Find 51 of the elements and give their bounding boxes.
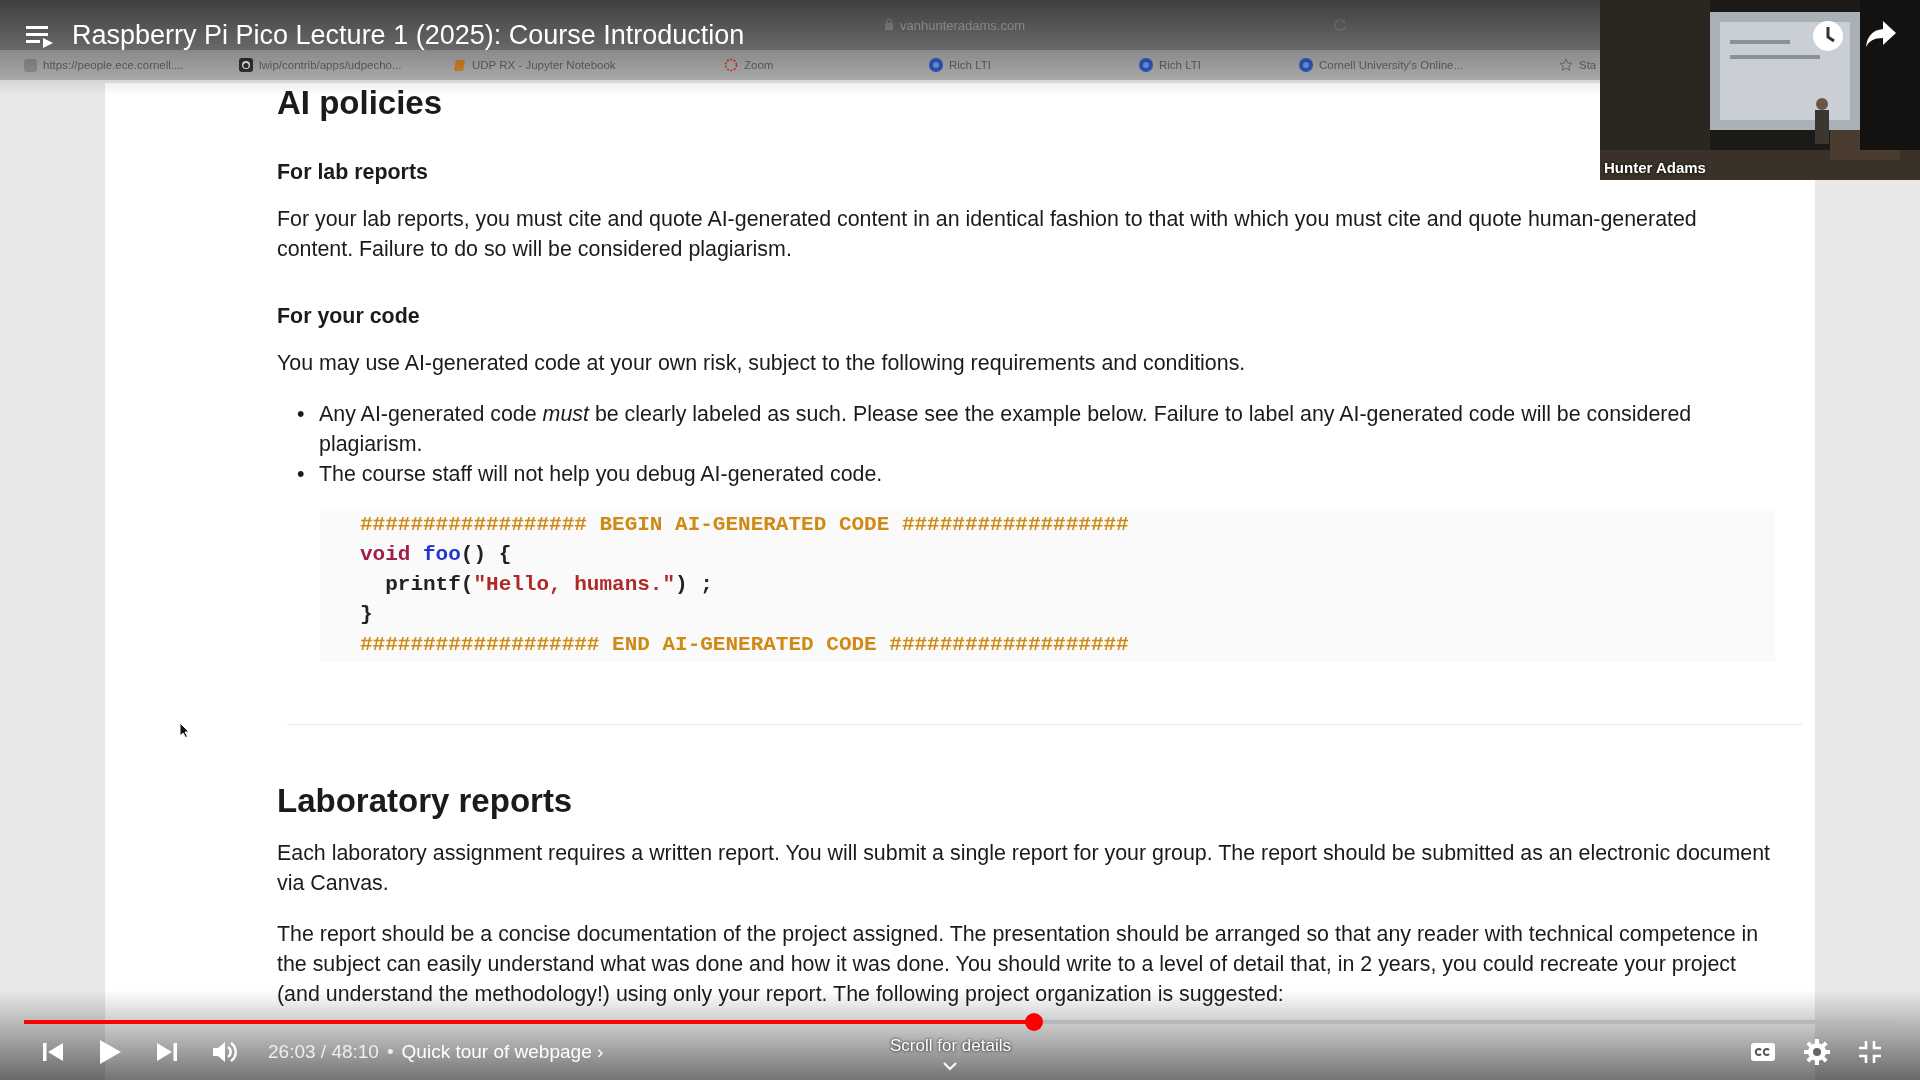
volume-icon[interactable] <box>212 1040 238 1064</box>
bookmark[interactable]: lwip/contrib/apps/udpecho... <box>259 59 402 71</box>
share-icon[interactable] <box>1865 20 1897 48</box>
bookmark[interactable]: UDP RX - Jupyter Notebook <box>472 59 616 71</box>
round-logo-icon <box>1139 58 1153 72</box>
paragraph: You may use AI-generated code at your own risk, subject to the following requirements and conditions. <box>277 350 1247 377</box>
bookmark[interactable]: https://people.ece.cornell.... <box>43 59 184 71</box>
code-line: ################## BEGIN AI-GENERATED CODE ################## <box>360 512 1129 538</box>
timestamp: 26:03 / 48:10 <box>268 1041 379 1063</box>
bullet: • <box>297 401 305 428</box>
next-icon[interactable] <box>156 1041 178 1063</box>
list-item: The course staff will not help you debug AI-generated code. <box>319 461 884 488</box>
dashed-circle-icon <box>724 58 738 72</box>
subheading: For your code <box>277 303 420 330</box>
section-heading: Laboratory reports <box>277 781 573 821</box>
separator-dot: • <box>386 1041 394 1063</box>
page-icon <box>24 58 37 72</box>
lock-icon <box>884 17 894 30</box>
paragraph: The report should be a concise documentation of the project assigned. The presentation should be arranged so that any reader with technical competence in the subject can easily understand what was done and how it was done. You should write to a level of detail that, in 2 years, you could recreate your project (and understand the methodology!) using only your report. The following project organization is suggested: <box>277 921 1760 1008</box>
speaker-name: Hunter Adams <box>1604 159 1706 176</box>
exit-fullscreen-icon[interactable] <box>1858 1040 1882 1064</box>
round-logo-icon <box>1299 58 1313 72</box>
code-line: void foo() { <box>360 542 512 568</box>
bookmark[interactable]: Rich LTI <box>1159 59 1201 71</box>
previous-icon[interactable] <box>42 1041 64 1063</box>
playlist-icon[interactable] <box>26 24 54 48</box>
code-line: ################### END AI-GENERATED CODE ################### <box>360 632 1129 658</box>
code-line: printf("Hello, humans.") ; <box>384 572 713 598</box>
scroll-hint[interactable]: Scroll for details <box>890 1036 1011 1056</box>
subheading: For lab reports <box>277 159 428 186</box>
code-line: } <box>360 602 373 628</box>
bookmark[interactable]: Rich LTI <box>949 59 991 71</box>
bookmark[interactable]: Sta <box>1579 59 1597 71</box>
section-heading: AI policies <box>277 83 443 123</box>
star-icon <box>1559 58 1573 72</box>
round-logo-icon <box>929 58 943 72</box>
chapter-link[interactable]: Quick tour of webpage › <box>401 1041 604 1063</box>
list-item: Any AI-generated code must be clearly labeled as such. Please see the example below. Failure to label any AI-generated code will be considered plagiarism. <box>319 401 1693 458</box>
notebook-icon <box>454 58 466 72</box>
video-title[interactable]: Raspberry Pi Pico Lecture 1 (2025): Course Introduction <box>72 20 745 51</box>
paragraph: For your lab reports, you must cite and quote AI-generated content in an identical fashion to that with which you must cite and quote human-generated content. Failure to do so will be considered plagiarism. <box>277 206 1698 263</box>
chevron-down-icon[interactable] <box>943 1062 958 1071</box>
mouse-cursor-icon <box>179 722 190 738</box>
clock-icon[interactable] <box>1812 20 1844 52</box>
play-icon[interactable] <box>98 1039 122 1065</box>
bookmark[interactable]: Cornell University's Online... <box>1319 59 1464 71</box>
cat-icon <box>239 58 253 72</box>
captions-icon[interactable] <box>1750 1042 1776 1062</box>
bullet: • <box>297 461 305 488</box>
paragraph: Each laboratory assignment requires a written report. You will submit a single report for your group. The report should be submitted as an electronic document via Canvas. <box>277 840 1771 897</box>
bookmark[interactable]: Zoom <box>744 59 774 71</box>
